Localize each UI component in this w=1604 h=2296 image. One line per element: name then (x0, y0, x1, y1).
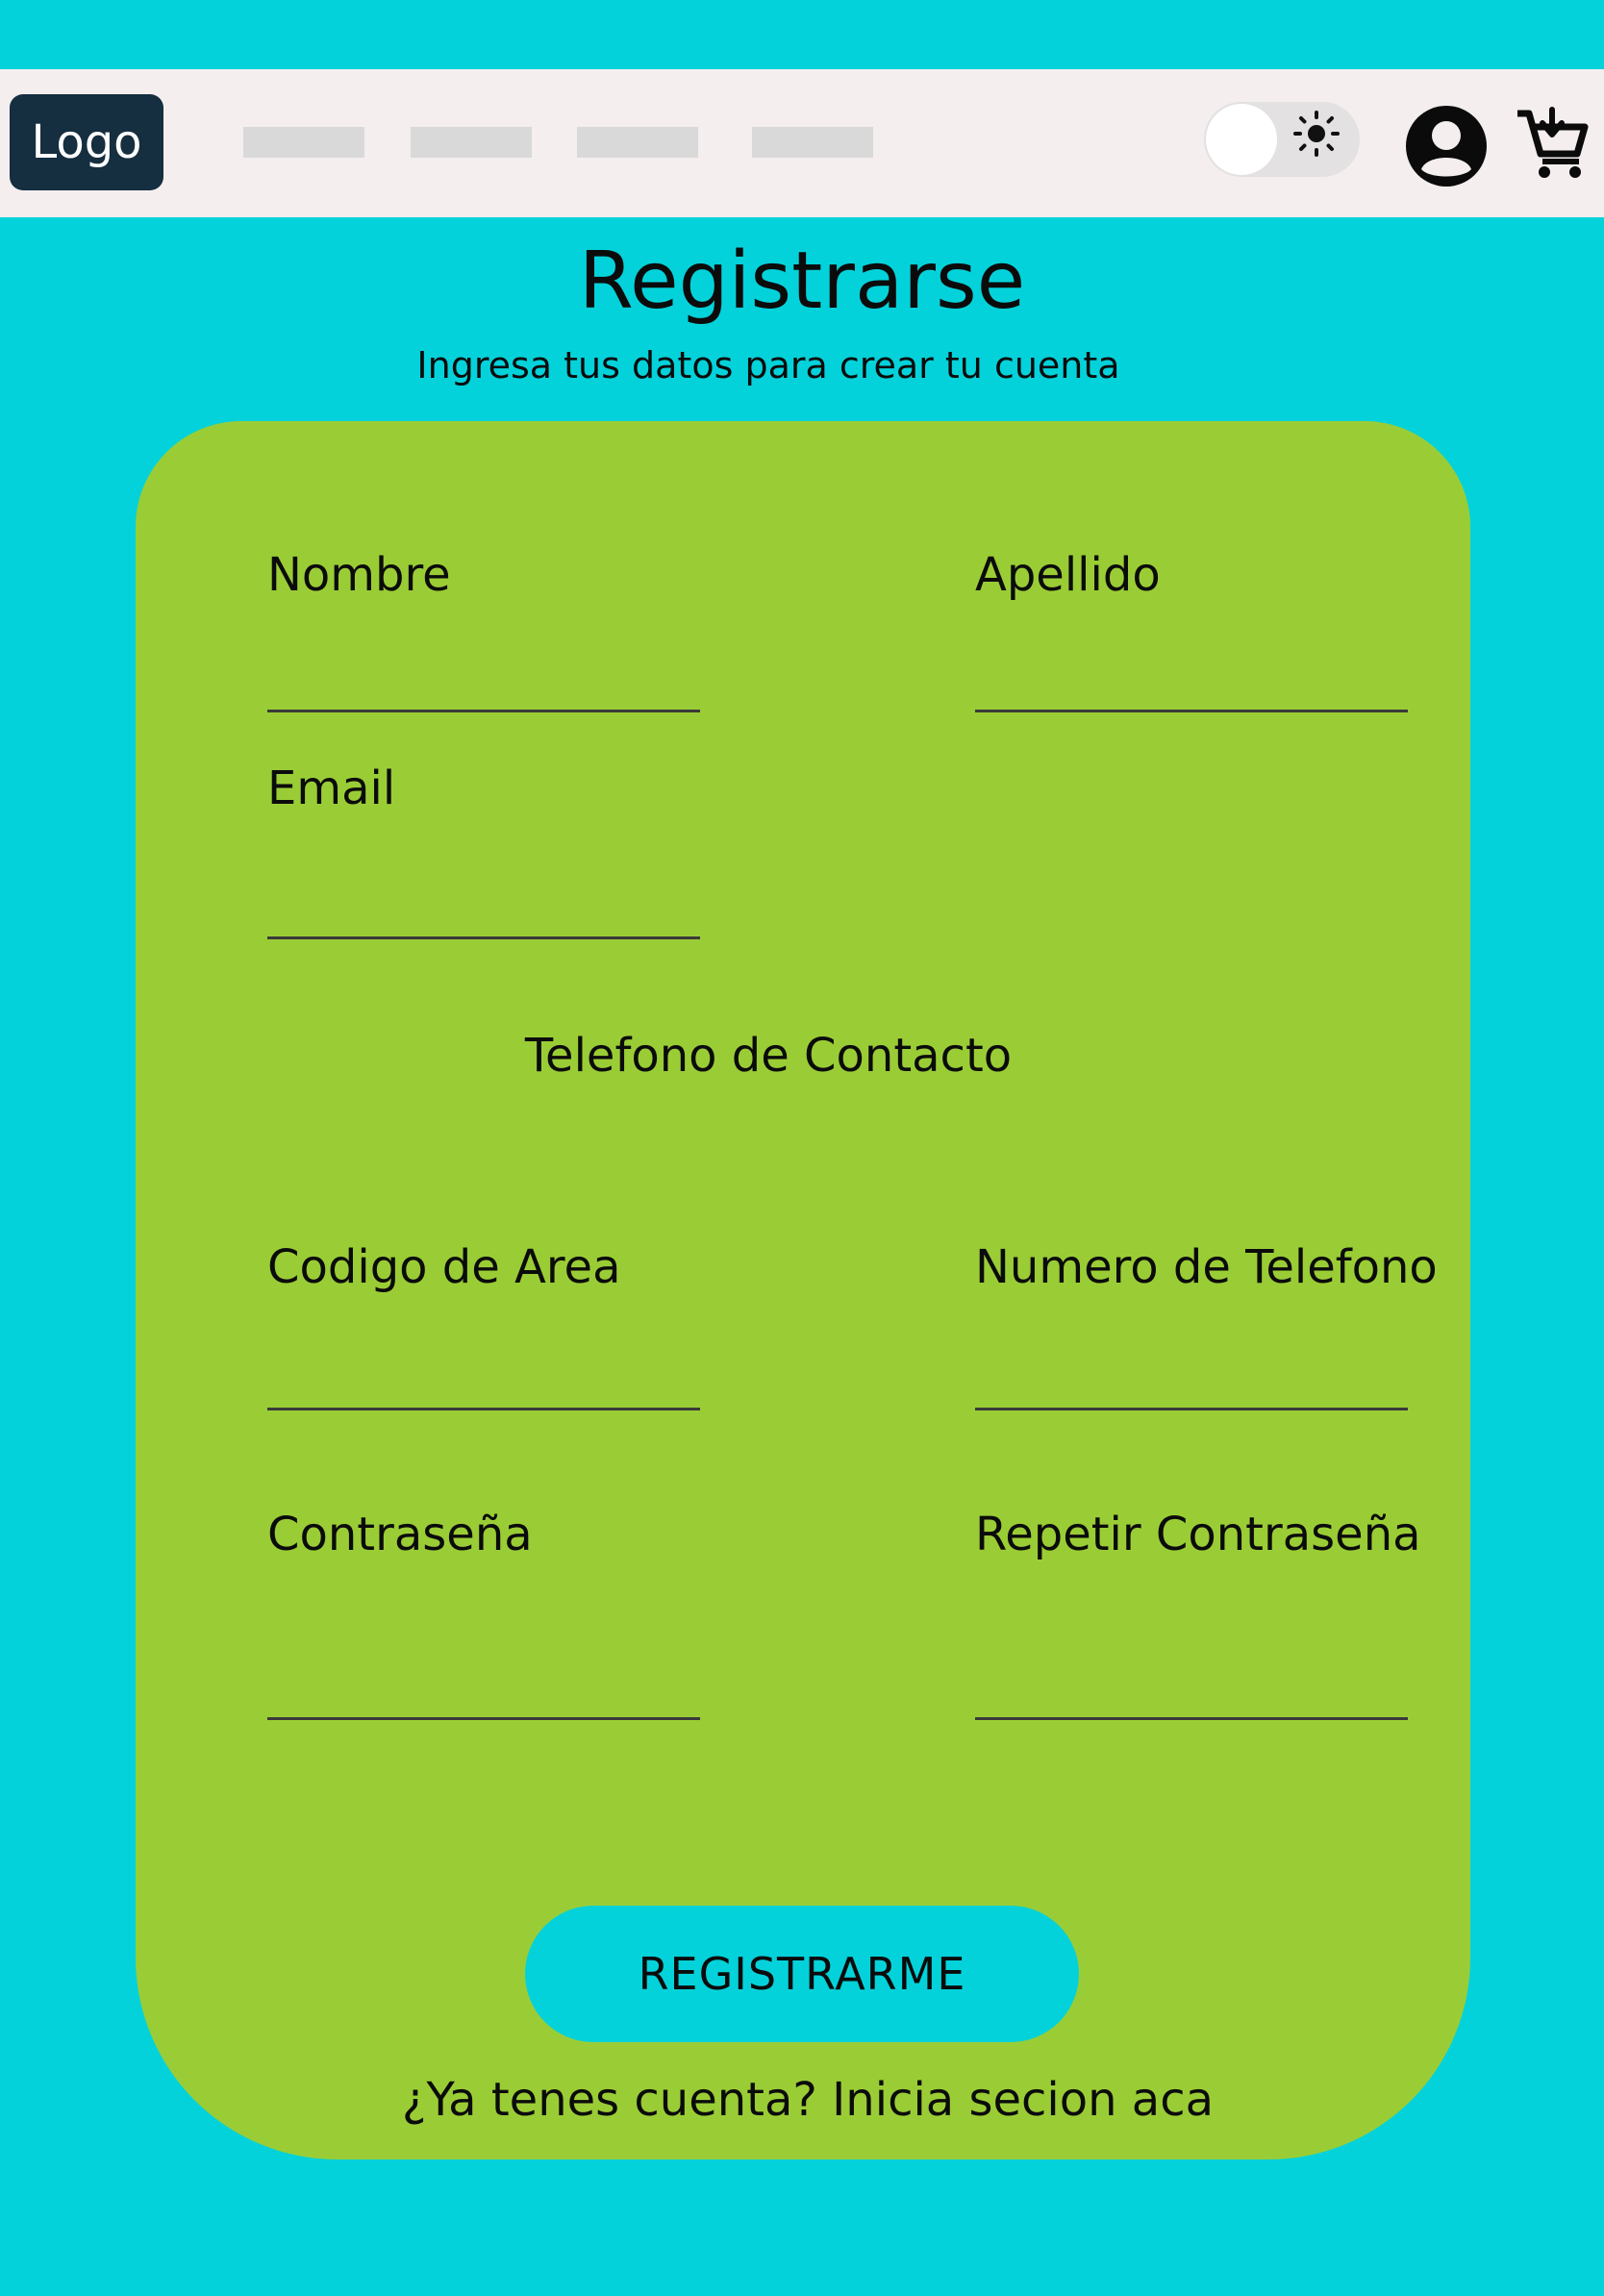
contrasena-label: Contraseña (267, 1508, 533, 1561)
register-button-label: REGISTRARME (638, 1948, 966, 2000)
logo-label: Logo (31, 115, 142, 169)
nombre-input[interactable] (267, 710, 700, 712)
codigo-area-label: Codigo de Area (267, 1240, 621, 1294)
nav-link-1[interactable] (243, 127, 364, 158)
theme-toggle[interactable] (1204, 102, 1360, 177)
register-button[interactable]: REGISTRARME (525, 1906, 1079, 2042)
contrasena-input[interactable] (267, 1717, 700, 1720)
repetir-contrasena-input[interactable] (975, 1717, 1408, 1720)
email-input[interactable] (267, 936, 700, 939)
numero-telefono-label: Numero de Telefono (975, 1240, 1438, 1294)
page-subtitle: Ingresa tus datos para crear tu cuenta (416, 344, 1120, 387)
cart-icon[interactable] (1514, 104, 1591, 181)
numero-telefono-input[interactable] (975, 1408, 1408, 1410)
contact-phone-heading: Telefono de Contacto (524, 1029, 1013, 1083)
nav-link-3[interactable] (577, 127, 698, 158)
navbar: Logo (0, 69, 1604, 217)
nav-link-4[interactable] (752, 127, 873, 158)
apellido-label: Apellido (975, 548, 1161, 602)
login-link[interactable]: ¿Ya tenes cuenta? Inicia secion aca (0, 2073, 1604, 2127)
apellido-input[interactable] (975, 710, 1408, 712)
user-circle-icon[interactable] (1404, 104, 1489, 188)
logo[interactable]: Logo (10, 94, 163, 190)
repetir-contrasena-label: Repetir Contraseña (975, 1508, 1421, 1561)
nombre-label: Nombre (267, 548, 451, 602)
email-label: Email (267, 761, 396, 815)
toggle-knob (1206, 104, 1277, 175)
codigo-area-input[interactable] (267, 1408, 700, 1410)
nav-link-2[interactable] (411, 127, 532, 158)
page-title: Registrarse (578, 236, 1026, 327)
sun-icon (1293, 111, 1340, 157)
